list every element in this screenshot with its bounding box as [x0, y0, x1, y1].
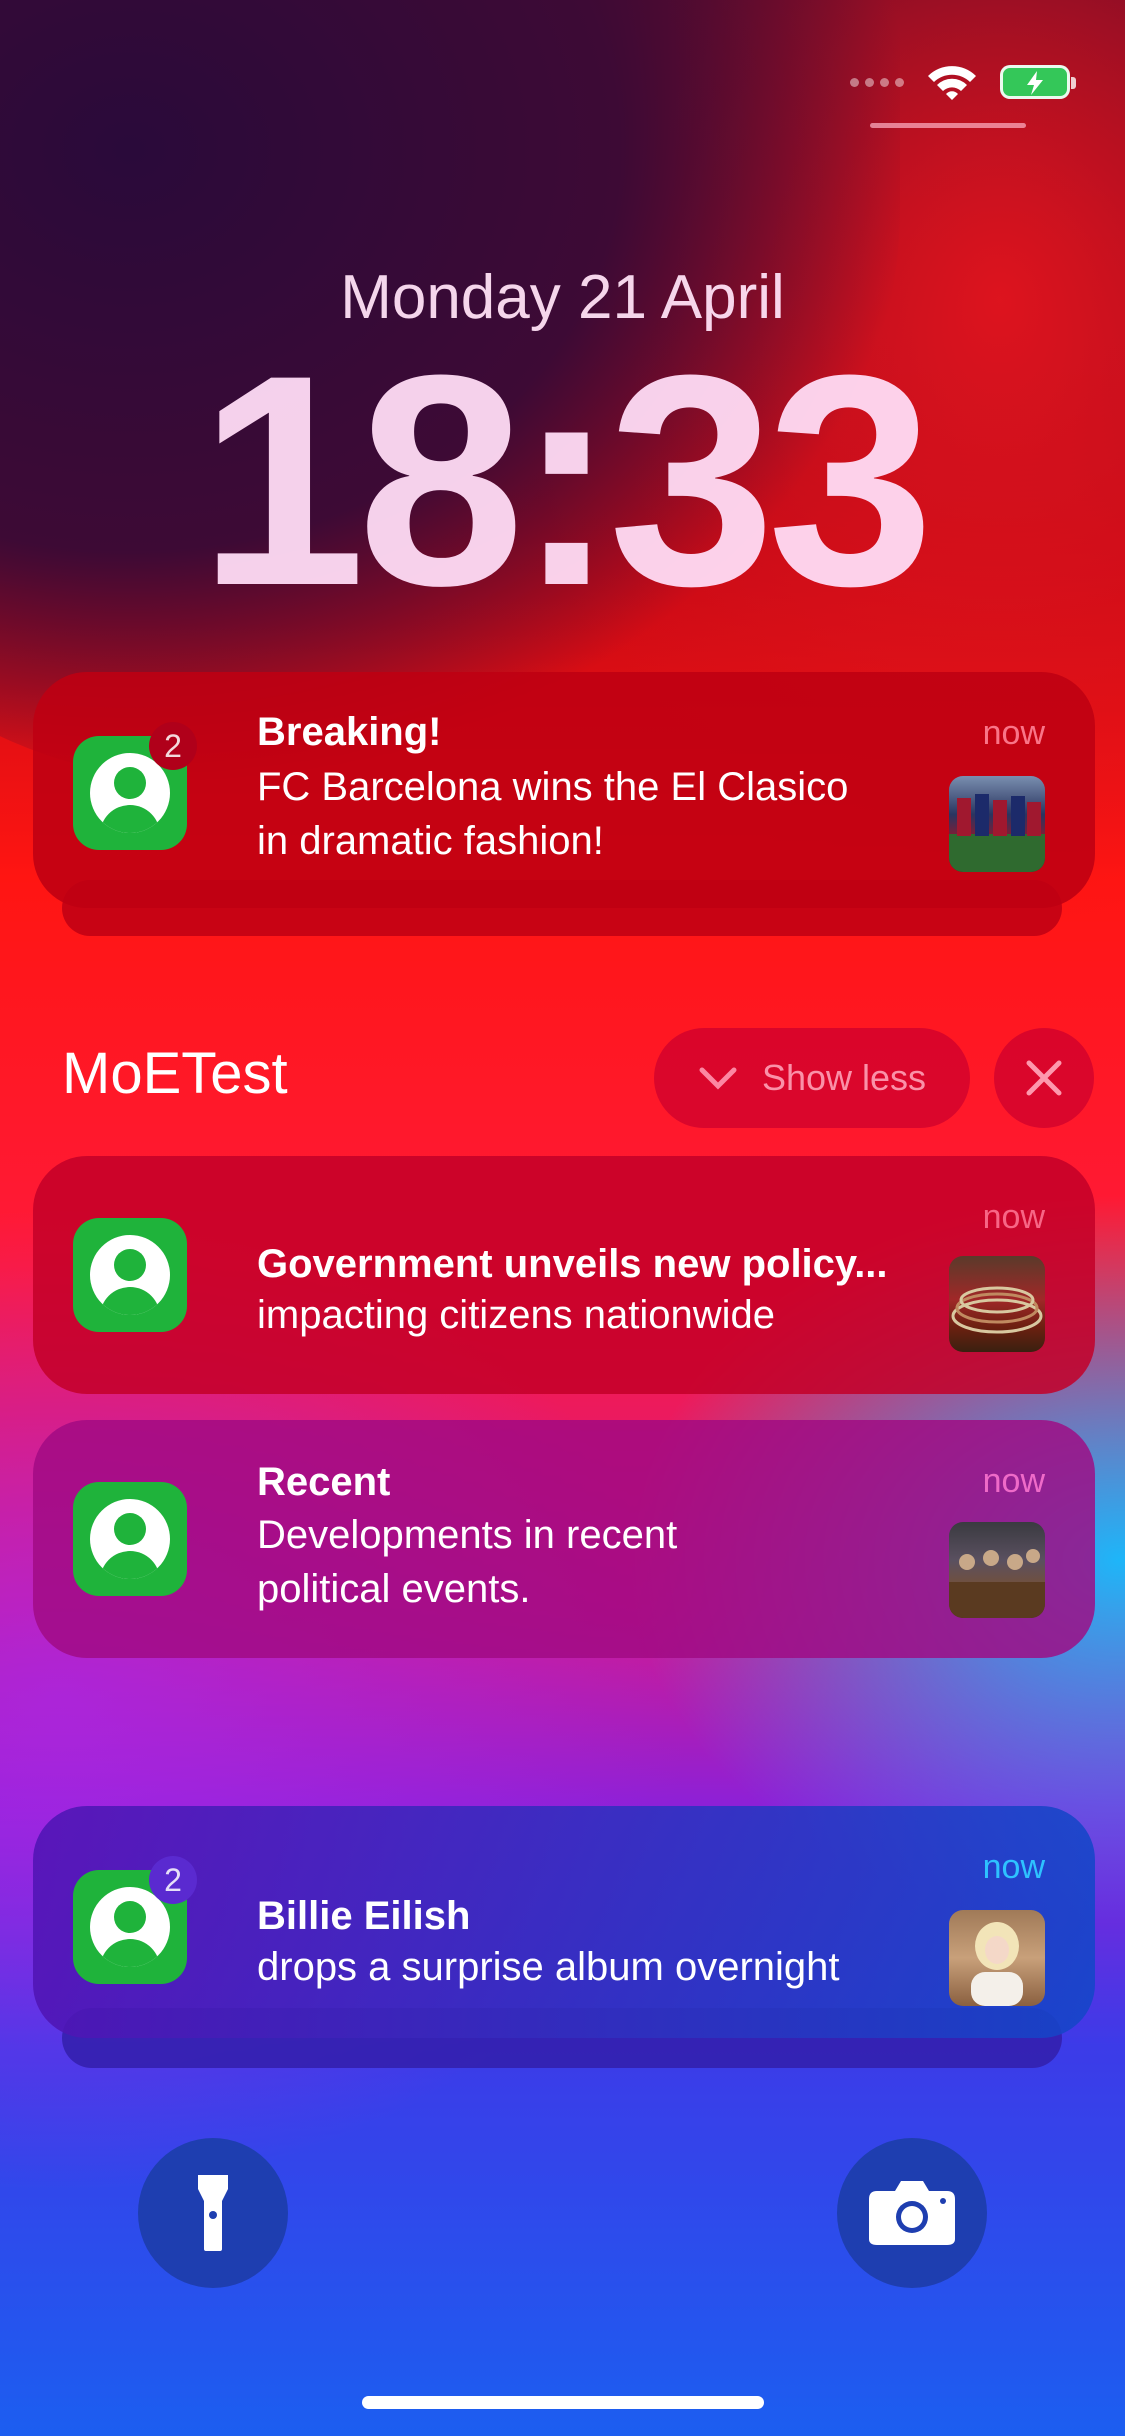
close-icon: [1026, 1060, 1062, 1096]
notification-title: Breaking!: [257, 710, 442, 754]
notification-time: now: [982, 1198, 1045, 1236]
notification-thumbnail-football: [949, 776, 1045, 872]
camera-icon: [869, 2181, 955, 2245]
notification-thumbnail-artist: [949, 1910, 1045, 2006]
lock-screen: Monday 21 April 18:33 2 Breaking! FC Bar…: [0, 0, 1125, 2436]
dynamic-island-indicator: [870, 123, 1026, 128]
clear-group-button[interactable]: [994, 1028, 1094, 1128]
show-less-button[interactable]: Show less: [654, 1028, 970, 1128]
notification-title: Recent: [257, 1460, 391, 1504]
notification-body-line2: in dramatic fashion!: [257, 819, 604, 863]
notification-body-line2: political events.: [257, 1567, 531, 1611]
notification-time: now: [982, 714, 1045, 752]
notification-body-line1: Developments in recent: [257, 1513, 678, 1557]
show-less-label: Show less: [761, 1057, 927, 1098]
notification-time: now: [982, 1848, 1045, 1886]
notification-body-line1: impacting citizens nationwide: [257, 1293, 776, 1337]
notification-count-badge: 2: [149, 722, 197, 770]
lock-time: 18:33: [198, 312, 934, 648]
app-icon: [73, 1482, 187, 1596]
notification-title: Billie Eilish: [257, 1894, 471, 1938]
notification-count-badge: 2: [149, 1856, 197, 1904]
app-icon: [73, 1218, 187, 1332]
notification-title: Government unveils new policy...: [257, 1242, 888, 1286]
notification-body-line1: FC Barcelona wins the El Clasico: [257, 765, 849, 809]
notification-card-billie[interactable]: 2 Billie Eilish drops a surprise album o…: [33, 1806, 1095, 2038]
notification-card-government[interactable]: Government unveils new policy... impacti…: [33, 1156, 1095, 1394]
battery-charging-icon: [1000, 65, 1076, 99]
notification-card-breaking[interactable]: 2 Breaking! FC Barcelona wins the El Cla…: [33, 672, 1095, 908]
home-indicator[interactable]: [362, 2396, 764, 2409]
group-app-name: MoETest: [62, 1041, 288, 1106]
signal-dots-icon: [850, 77, 904, 87]
flashlight-button[interactable]: [138, 2138, 288, 2288]
notification-time: now: [982, 1462, 1045, 1500]
notification-card-recent[interactable]: Recent Developments in recent political …: [33, 1420, 1095, 1658]
camera-button[interactable]: [837, 2138, 987, 2288]
wifi-icon: [928, 66, 976, 100]
flashlight-icon: [198, 2175, 228, 2251]
notification-body-line1: drops a surprise album overnight: [257, 1945, 840, 1989]
notification-thumbnail-chamber: [949, 1522, 1045, 1618]
chevron-down-icon: [699, 1067, 737, 1090]
notification-thumbnail-parliament: [949, 1256, 1045, 1352]
status-bar: [850, 62, 1076, 102]
